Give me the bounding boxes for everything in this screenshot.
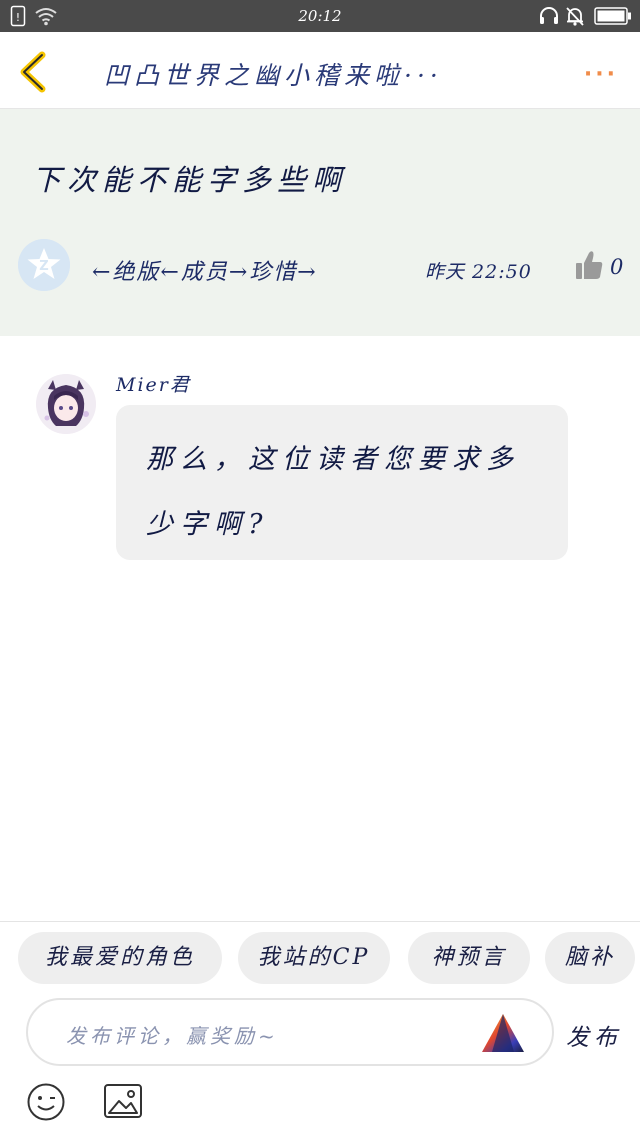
page-title: 凹凸世界之幽小稽来啦··· <box>104 61 443 90</box>
svg-text:Z: Z <box>39 259 48 274</box>
like-count: 0 <box>610 255 624 279</box>
tag-headcanon[interactable]: 脑补 <box>545 932 635 984</box>
post-card: 下次能不能字多些啊 Z ←绝版←成员→珍惜→ 昨天 22:50 0 <box>0 109 640 336</box>
reply-bubble: 那么，这位读者您要求多少字啊? <box>116 405 568 560</box>
comment-input[interactable]: 发布评论，赢奖励~ <box>26 998 554 1066</box>
more-options-button[interactable]: ··· <box>584 62 618 87</box>
emoji-icon[interactable] <box>26 1082 66 1122</box>
send-triangle-icon[interactable] <box>480 1012 526 1054</box>
user-avatar[interactable] <box>36 374 96 434</box>
reply-author[interactable]: Mier君 <box>116 370 191 397</box>
headset-icon <box>540 7 558 24</box>
top-nav-bar: 凹凸世界之幽小稽来啦··· ··· <box>0 32 640 109</box>
battery-icon <box>594 7 631 25</box>
post-author[interactable]: ←绝版←成员→珍惜→ <box>92 254 318 286</box>
alarm-icon <box>566 7 584 26</box>
tag-my-cp[interactable]: 我站的CP <box>238 932 390 984</box>
publish-button[interactable]: 发布 <box>566 1018 622 1052</box>
tag-prophecy[interactable]: 神预言 <box>408 932 530 984</box>
status-bar: ! 20:12 <box>0 0 640 32</box>
image-icon[interactable] <box>103 1083 143 1119</box>
default-avatar-icon[interactable]: Z <box>18 239 70 291</box>
tag-favorite-character[interactable]: 我最爱的角色 <box>18 932 222 984</box>
post-content: 下次能不能字多些啊 <box>32 163 348 197</box>
reply-content: 那么，这位读者您要求多少字啊? <box>146 444 520 540</box>
comment-placeholder: 发布评论，赢奖励~ <box>66 1024 279 1048</box>
divider <box>0 921 640 922</box>
post-timestamp: 昨天 22:50 <box>425 261 532 283</box>
chevron-left-icon[interactable] <box>14 50 54 94</box>
thumbs-up-icon[interactable] <box>574 249 604 283</box>
